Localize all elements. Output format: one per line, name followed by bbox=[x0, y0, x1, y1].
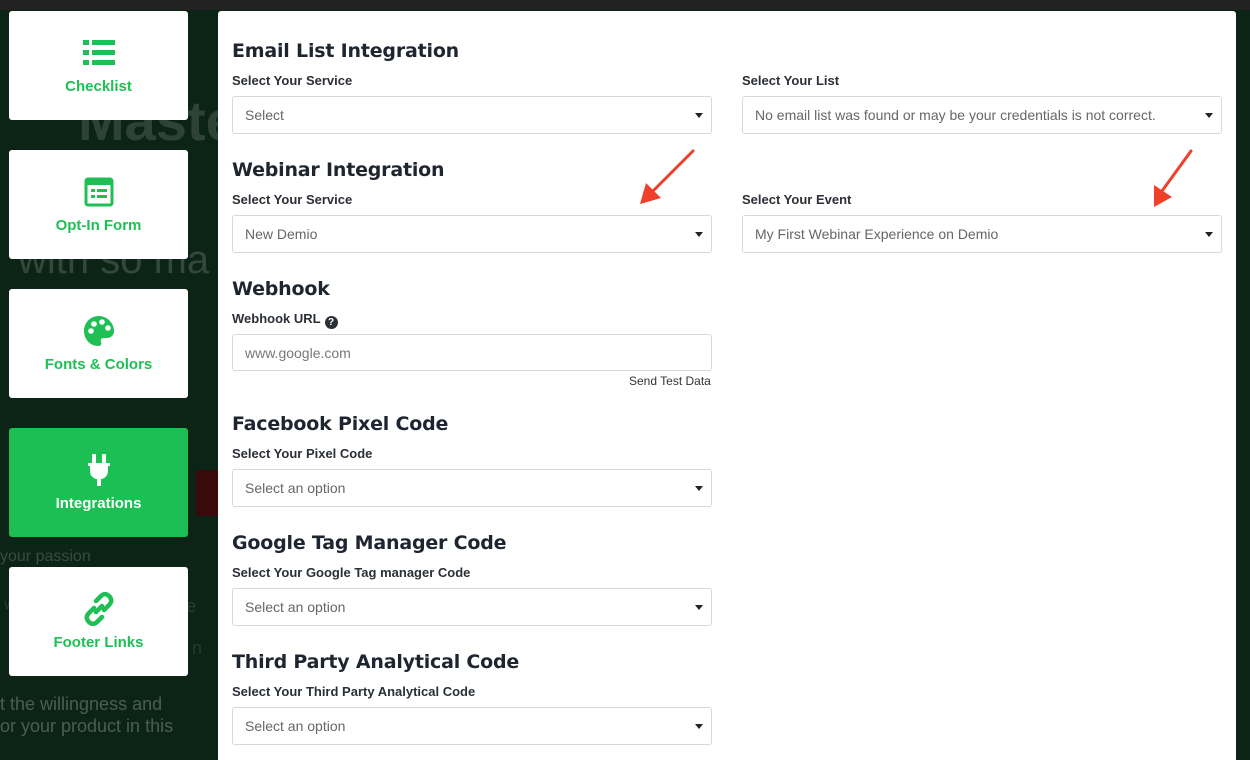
sidebar-item-label: Checklist bbox=[65, 78, 132, 95]
gtm-label: Select Your Google Tag manager Code bbox=[232, 565, 471, 580]
caret-down-icon bbox=[695, 113, 703, 118]
sidebar-item-opt-in-form[interactable]: Opt-In Form bbox=[9, 150, 188, 259]
sidebar-item-label: Opt-In Form bbox=[55, 217, 142, 234]
background-paragraph-line: t the willingness and bbox=[0, 694, 163, 714]
email-list-title: Email List Integration bbox=[232, 40, 459, 62]
third-party-label: Select Your Third Party Analytical Code bbox=[232, 684, 476, 699]
sidebar-item-fonts-colors[interactable]: Fonts & Colors bbox=[9, 289, 188, 398]
form-icon bbox=[82, 175, 116, 209]
background-faint-text: n bbox=[192, 638, 203, 658]
background-passion-text: your passion bbox=[0, 548, 91, 565]
sidebar-item-label: Integrations bbox=[55, 495, 142, 512]
webinar-service-select[interactable]: New Demio bbox=[232, 215, 712, 253]
annotation-arrow-icon bbox=[1154, 149, 1193, 207]
question-circle-icon[interactable]: ? bbox=[324, 316, 338, 329]
webhook-url-label-text: Webhook URL bbox=[232, 311, 321, 326]
sidebar-item-checklist[interactable]: Checklist bbox=[9, 11, 188, 120]
caret-down-icon bbox=[695, 232, 703, 237]
caret-down-icon bbox=[1205, 232, 1213, 237]
email-list-label: Select Your List bbox=[742, 73, 840, 88]
select-value: Select bbox=[245, 107, 284, 123]
webinar-event-label: Select Your Event bbox=[742, 192, 852, 207]
select-value: New Demio bbox=[245, 226, 318, 242]
third-party-select[interactable]: Select an option bbox=[232, 707, 712, 745]
sidebar-item-footer-links[interactable]: Footer Links bbox=[9, 567, 188, 676]
background-topbar bbox=[0, 0, 1250, 10]
email-list-select[interactable]: No email list was found or may be your c… bbox=[742, 96, 1222, 134]
integrations-panel: Email List Integration Select Your Servi… bbox=[218, 11, 1236, 760]
facebook-pixel-select[interactable]: Select an option bbox=[232, 469, 712, 507]
webhook-url-label: Webhook URL? bbox=[232, 311, 338, 329]
webinar-title: Webinar Integration bbox=[232, 159, 445, 181]
link-icon bbox=[82, 592, 116, 626]
webhook-title: Webhook bbox=[232, 278, 330, 300]
gtm-title: Google Tag Manager Code bbox=[232, 532, 507, 554]
webinar-event-select[interactable]: My First Webinar Experience on Demio bbox=[742, 215, 1222, 253]
caret-down-icon bbox=[695, 486, 703, 491]
sidebar-item-label: Footer Links bbox=[53, 634, 144, 651]
third-party-title: Third Party Analytical Code bbox=[232, 651, 520, 673]
select-value: Select an option bbox=[245, 480, 346, 496]
select-value: Select an option bbox=[245, 718, 346, 734]
facebook-pixel-title: Facebook Pixel Code bbox=[232, 413, 449, 435]
background-bar bbox=[196, 470, 220, 516]
annotation-arrow-icon bbox=[640, 149, 695, 204]
plug-icon bbox=[82, 453, 116, 487]
caret-down-icon bbox=[695, 724, 703, 729]
email-service-label: Select Your Service bbox=[232, 73, 353, 88]
caret-down-icon bbox=[1205, 113, 1213, 118]
palette-icon bbox=[82, 314, 116, 348]
select-value: Select an option bbox=[245, 599, 346, 615]
list-icon bbox=[82, 36, 116, 70]
webinar-service-label: Select Your Service bbox=[232, 192, 353, 207]
send-test-data-link[interactable]: Send Test Data bbox=[629, 374, 711, 388]
facebook-pixel-label: Select Your Pixel Code bbox=[232, 446, 373, 461]
webhook-url-input[interactable] bbox=[232, 334, 712, 371]
select-value: No email list was found or may be your c… bbox=[755, 107, 1156, 123]
sidebar-item-label: Fonts & Colors bbox=[44, 356, 153, 373]
email-service-select[interactable]: Select bbox=[232, 96, 712, 134]
sidebar-item-integrations[interactable]: Integrations bbox=[9, 428, 188, 537]
caret-down-icon bbox=[695, 605, 703, 610]
select-value: My First Webinar Experience on Demio bbox=[755, 226, 999, 242]
background-paragraph-line: or your product in this bbox=[0, 716, 174, 736]
gtm-select[interactable]: Select an option bbox=[232, 588, 712, 626]
